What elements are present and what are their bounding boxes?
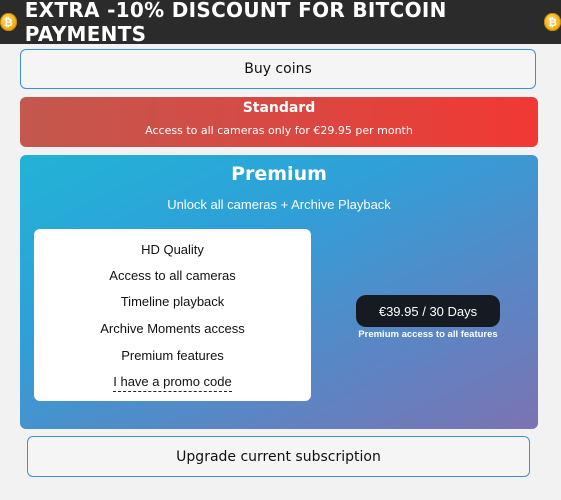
standard-plan-subtitle: Access to all cameras only for €29.95 pe… [145,124,413,137]
upgrade-subscription-button[interactable]: Upgrade current subscription [27,436,530,477]
promo-code-link[interactable]: I have a promo code [113,374,232,392]
premium-price-button[interactable]: €39.95 / 30 Days [356,295,500,327]
bitcoin-coin-icon: ₿ [544,13,561,31]
premium-plan-title: Premium [231,163,327,185]
premium-features-list: HD Quality Access to all cameras Timelin… [34,229,311,401]
feature-item: Archive Moments access [100,321,245,336]
standard-plan-card[interactable]: Standard Access to all cameras only for … [20,97,538,147]
banner-text: EXTRA -10% DISCOUNT FOR BITCOIN PAYMENTS [24,0,447,46]
promo-code-link-row: I have a promo code [34,374,311,392]
feature-item: Premium features [121,348,224,363]
premium-price-note: Premium access to all features [358,329,498,340]
upgrade-subscription-label: Upgrade current subscription [176,448,381,465]
premium-plan-subtitle: Unlock all cameras + Archive Playback [167,197,391,212]
buy-coins-button[interactable]: Buy coins [20,49,536,89]
feature-item: HD Quality [141,242,204,257]
bitcoin-coin-icon: ₿ [0,13,17,31]
buy-coins-label: Buy coins [244,61,312,77]
feature-item: Access to all cameras [109,268,236,283]
premium-plan-card[interactable]: Premium Unlock all cameras + Archive Pla… [20,155,538,429]
premium-price-label: €39.95 / 30 Days [378,303,478,319]
standard-plan-title: Standard [242,100,316,116]
feature-item: Timeline playback [120,294,225,309]
bitcoin-discount-banner: ₿ EXTRA -10% DISCOUNT FOR BITCOIN PAYMEN… [0,0,561,46]
